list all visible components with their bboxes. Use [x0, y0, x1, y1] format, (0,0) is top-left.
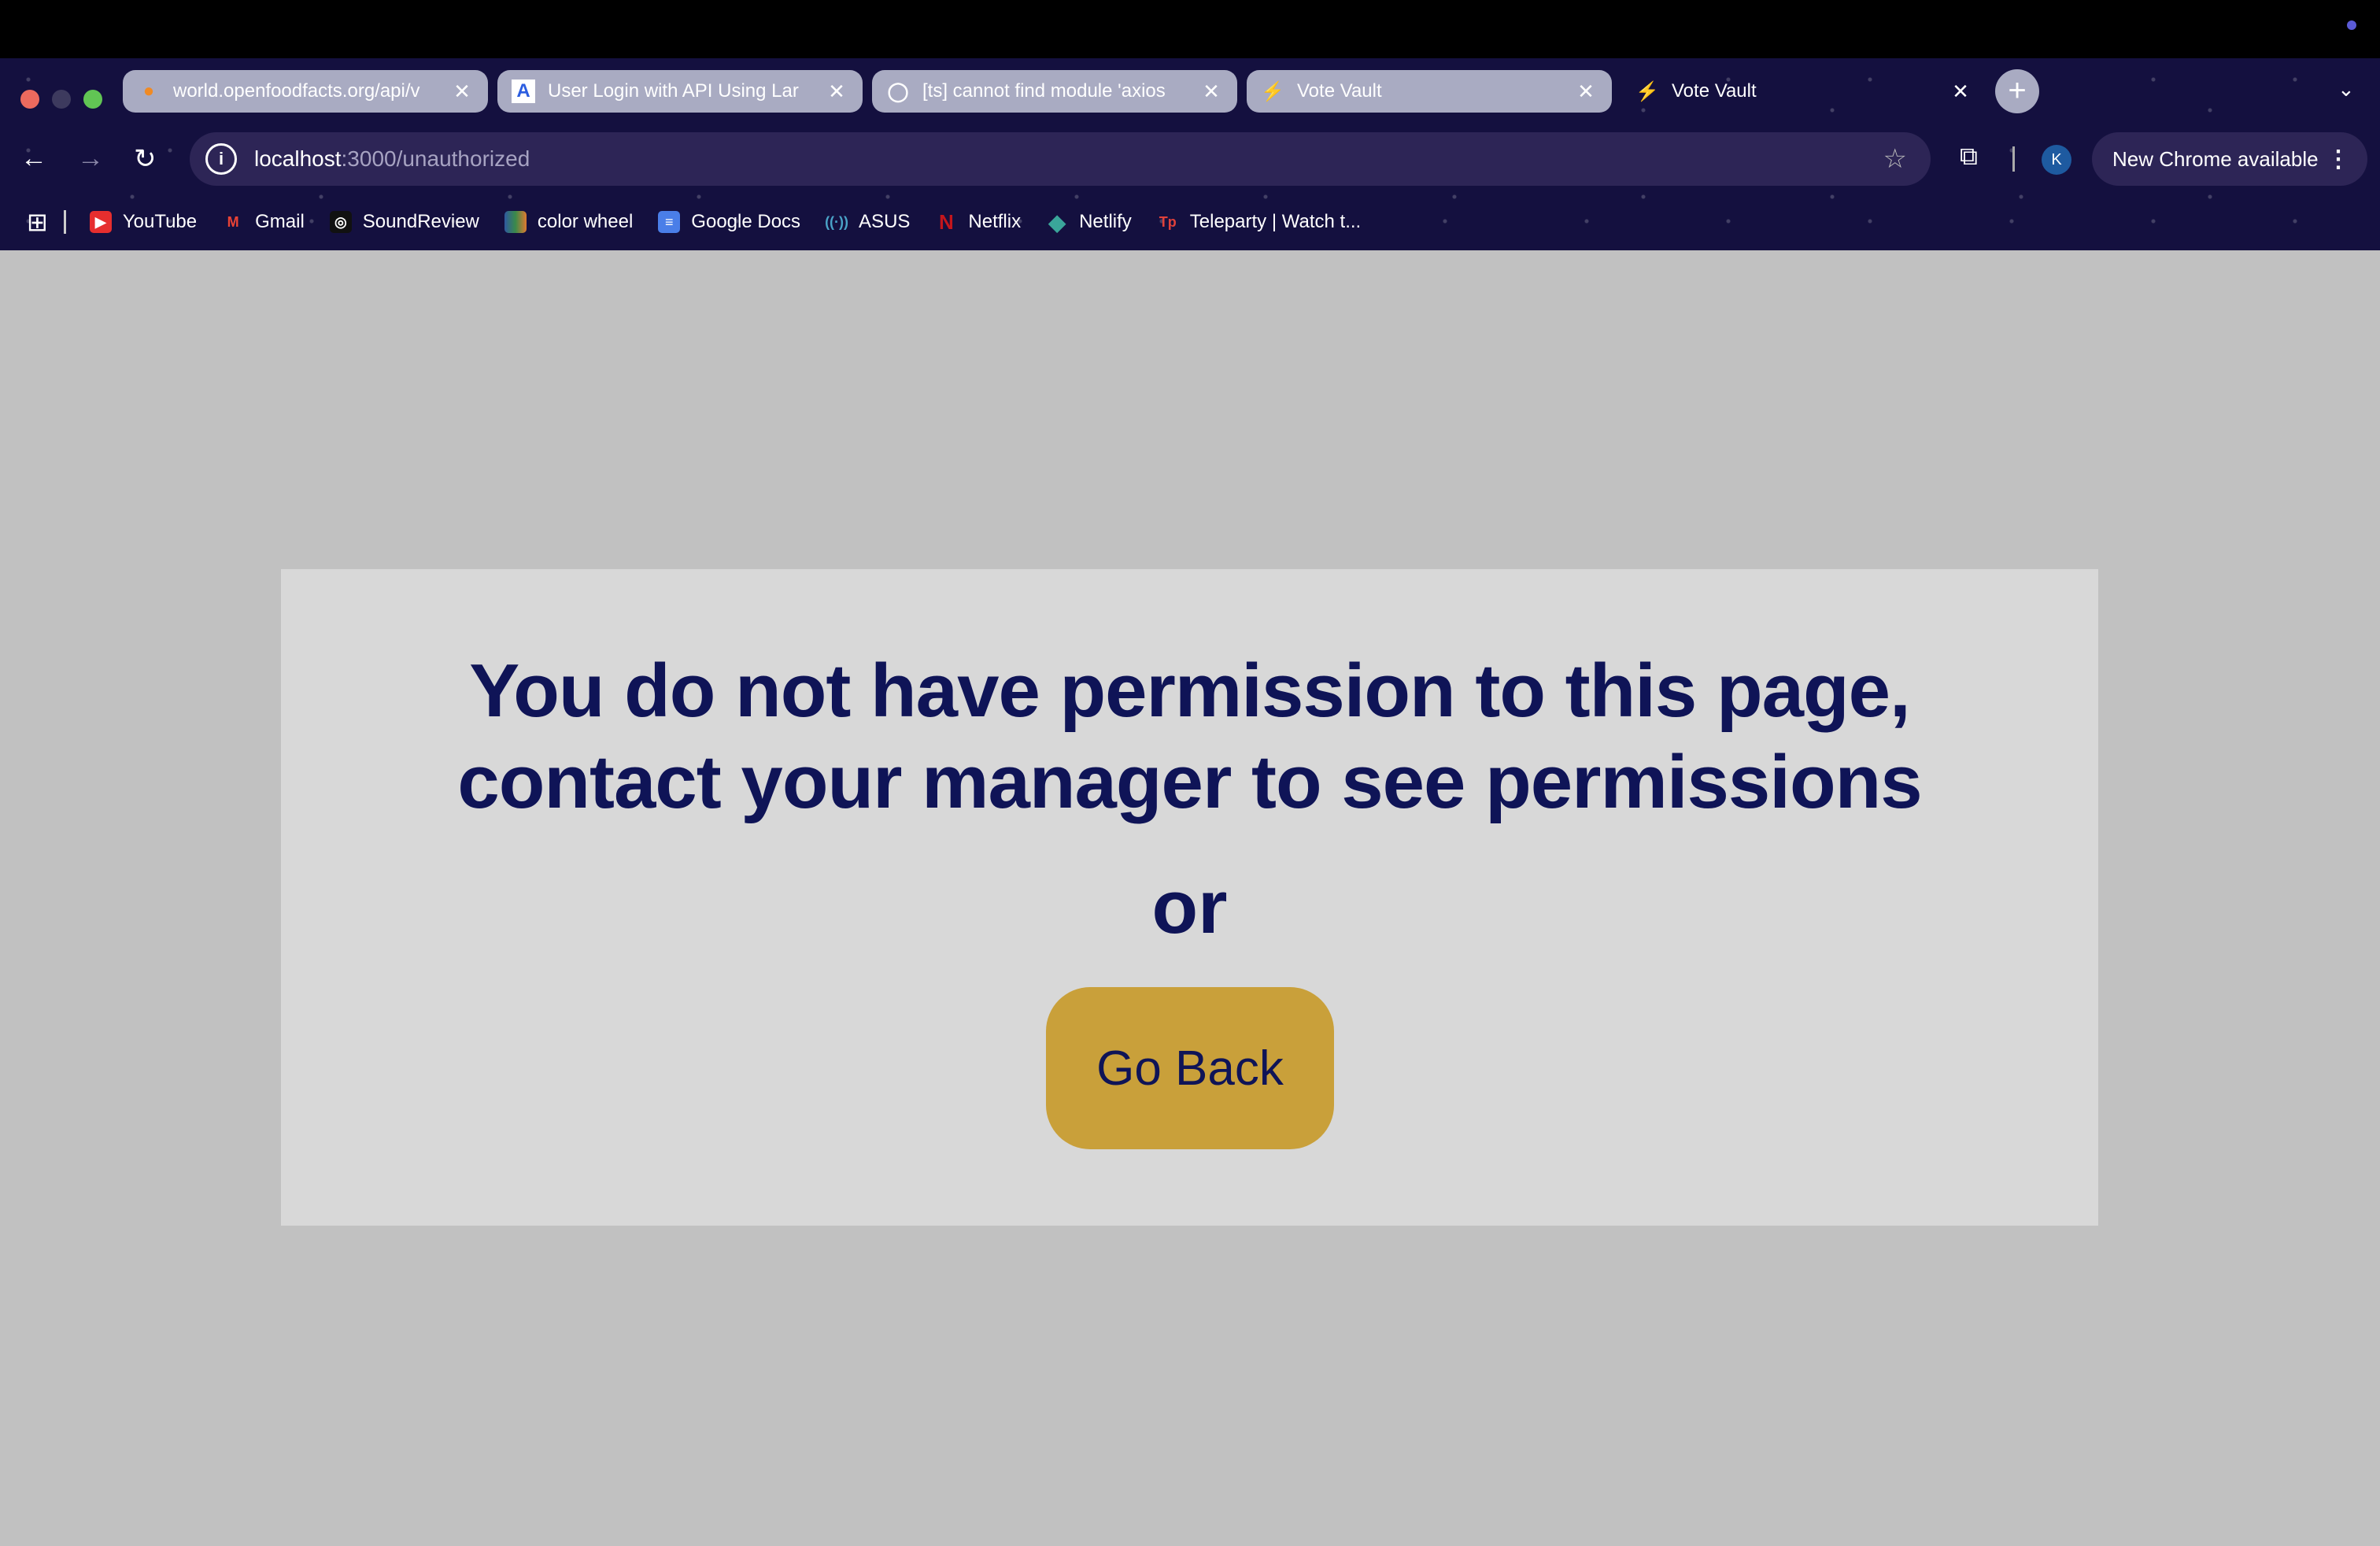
- close-tab-icon[interactable]: ✕: [450, 80, 474, 104]
- forward-button[interactable]: →: [77, 143, 104, 174]
- close-tab-icon[interactable]: ✕: [1574, 80, 1598, 104]
- address-bar[interactable]: i localhost:3000/unauthorized ☆: [190, 132, 1931, 186]
- bookmark-star-icon[interactable]: ☆: [1883, 143, 1907, 175]
- back-button[interactable]: ←: [20, 143, 47, 174]
- tab-vote-vault-active[interactable]: ⚡ Vote Vault ✕: [1621, 70, 1986, 113]
- youtube-icon: ▶: [89, 211, 112, 233]
- or-separator: or: [1151, 865, 1228, 949]
- color-wheel-icon: [504, 211, 527, 233]
- tab-search-chevron-icon[interactable]: ⌄: [2338, 77, 2355, 102]
- asus-icon: ((·)): [825, 213, 849, 230]
- minimize-window-button[interactable]: [52, 90, 71, 109]
- tab-title: User Login with API Using Lar: [548, 80, 799, 102]
- tab-vote-vault[interactable]: ⚡ Vote Vault ✕: [1247, 70, 1612, 113]
- bookmark-label: color wheel: [537, 211, 634, 232]
- bookmark-label: Teleparty | Watch t...: [1189, 211, 1362, 232]
- bookmarks-divider: [63, 210, 66, 234]
- url-host: localhost: [254, 146, 342, 171]
- heading-line-1: You do not have permission to this page,: [469, 649, 1910, 733]
- more-menu-icon[interactable]: ⋮: [2326, 146, 2350, 173]
- go-back-button[interactable]: Go Back: [1046, 987, 1334, 1149]
- netflix-icon: N: [939, 209, 954, 234]
- tab-title: Vote Vault: [1297, 80, 1382, 102]
- extensions-puzzle-icon[interactable]: ⧉: [1960, 142, 1978, 172]
- bookmark-label: Netflix: [968, 211, 1022, 232]
- permission-message: You do not have permission to this page,…: [281, 645, 2098, 828]
- new-tab-button[interactable]: +: [1995, 69, 2039, 113]
- a-logo-icon: A: [512, 80, 535, 103]
- openfoodfacts-icon: ●: [142, 80, 155, 102]
- bookmarks-bar: ⊞ ▶ YouTube M Gmail ◎ SoundReview color whe…: [0, 200, 2380, 244]
- vite-icon: ⚡: [1635, 80, 1659, 102]
- bookmark-color-wheel[interactable]: color wheel: [504, 211, 633, 233]
- new-chrome-available-button[interactable]: New Chrome available ⋮: [2092, 132, 2367, 186]
- bookmark-label: ASUS: [859, 211, 911, 232]
- gmail-icon: M: [227, 213, 239, 230]
- bookmark-soundreview[interactable]: ◎ SoundReview: [329, 211, 479, 233]
- bookmark-label: Netlify: [1079, 211, 1132, 232]
- close-tab-icon[interactable]: ✕: [1949, 80, 1972, 104]
- reload-button[interactable]: ↻: [134, 143, 157, 175]
- tab-openfoodfacts[interactable]: ● world.openfoodfacts.org/api/v ✕: [123, 70, 488, 113]
- bookmark-netflix[interactable]: N Netflix: [935, 209, 1022, 234]
- unauthorized-card: You do not have permission to this page,…: [281, 569, 2098, 1226]
- bookmark-youtube[interactable]: ▶ YouTube: [89, 211, 198, 233]
- toolbar-divider: [2012, 146, 2015, 172]
- status-dot: [2347, 20, 2356, 30]
- bookmark-label: Google Docs: [691, 211, 801, 232]
- bookmark-label: YouTube: [122, 211, 198, 232]
- tab-title: world.openfoodfacts.org/api/v: [173, 80, 420, 102]
- netlify-icon: ◆: [1048, 209, 1066, 235]
- teleparty-icon: Tp: [1159, 213, 1177, 230]
- bookmark-label: Gmail: [255, 211, 305, 232]
- menu-bar: [0, 0, 2380, 58]
- maximize-window-button[interactable]: [83, 90, 102, 109]
- close-tab-icon[interactable]: ✕: [825, 80, 848, 104]
- update-label: New Chrome available: [2112, 146, 2319, 171]
- vite-icon: ⚡: [1261, 80, 1284, 102]
- github-icon: ◯: [887, 80, 909, 102]
- close-window-button[interactable]: [20, 90, 39, 109]
- bookmark-google-docs[interactable]: ≡ Google Docs: [658, 211, 800, 233]
- tab-user-login[interactable]: A User Login with API Using Lar ✕: [497, 70, 863, 113]
- apps-grid-icon[interactable]: ⊞: [27, 207, 48, 237]
- bookmark-label: SoundReview: [362, 211, 479, 232]
- tab-title: Vote Vault: [1672, 80, 1757, 102]
- browser-chrome: ● world.openfoodfacts.org/api/v ✕ A User…: [0, 58, 2380, 250]
- bookmark-teleparty[interactable]: Tp Teleparty | Watch t...: [1157, 211, 1361, 233]
- bookmark-asus[interactable]: ((·)) ASUS: [825, 211, 911, 233]
- url-path: :3000/unauthorized: [341, 146, 530, 171]
- bookmark-netlify[interactable]: ◆ Netlify: [1046, 209, 1132, 235]
- tab-title: [ts] cannot find module 'axios: [922, 80, 1166, 102]
- profile-avatar[interactable]: K: [2042, 145, 2071, 175]
- bookmark-gmail[interactable]: M Gmail: [222, 211, 305, 233]
- close-tab-icon[interactable]: ✕: [1199, 80, 1223, 104]
- site-info-icon[interactable]: i: [205, 143, 237, 175]
- heading-line-2: contact your manager to see permissions: [457, 740, 1922, 824]
- soundreview-icon: ◎: [329, 211, 352, 233]
- google-docs-icon: ≡: [658, 211, 681, 233]
- tab-github-issue[interactable]: ◯ [ts] cannot find module 'axios ✕: [872, 70, 1237, 113]
